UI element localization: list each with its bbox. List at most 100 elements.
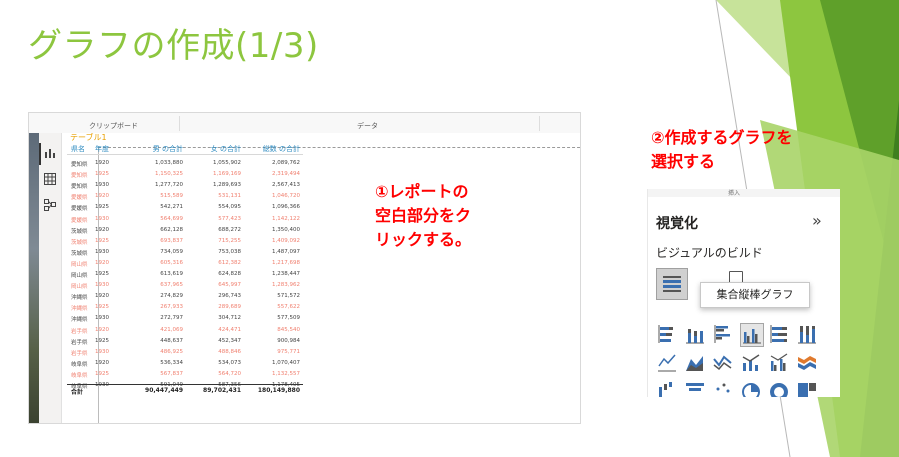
cell-grand-total: 975,771 <box>277 348 300 355</box>
cell-grand-total: 2,567,413 <box>272 182 300 189</box>
cell-grand-total: 900,984 <box>277 337 300 344</box>
table-row[interactable]: 愛知県 1930 1,277,720 1,289,693 2,567,413 <box>67 180 303 191</box>
cell-prefecture: 岡山県 <box>71 284 88 291</box>
ribbon-group-data: データ <box>357 122 378 130</box>
cell-year: 1925 <box>95 237 109 244</box>
build-visual-label: ビジュアルのビルド <box>656 246 763 260</box>
cell-prefecture: 岩手県 <box>71 350 88 357</box>
table-row[interactable]: 岡山県 1930 637,965 645,997 1,283,962 <box>67 280 303 291</box>
model-diagram-icon[interactable] <box>43 199 57 213</box>
table-row[interactable]: 茨城県 1930 734,059 753,038 1,487,097 <box>67 247 303 258</box>
cell-year: 1920 <box>95 226 109 233</box>
cell-male-total: 274,829 <box>160 293 183 300</box>
area-chart-icon[interactable] <box>684 351 706 373</box>
cell-year: 1925 <box>95 337 109 344</box>
table-row[interactable]: 愛媛県 1920 515,589 531,131 1,046,720 <box>67 191 303 202</box>
table-row[interactable]: 岡山県 1920 605,316 612,382 1,217,698 <box>67 258 303 269</box>
100-percent-stacked-column-chart-icon[interactable] <box>796 323 818 345</box>
donut-chart-icon[interactable] <box>768 379 790 397</box>
column-header[interactable]: 男 の合計 <box>129 144 183 154</box>
cell-prefecture: 愛媛県 <box>71 217 88 224</box>
funnel-chart-icon[interactable] <box>684 379 706 397</box>
ribbon-chart-icon[interactable] <box>796 351 818 373</box>
cell-year: 1920 <box>95 193 109 200</box>
column-header[interactable]: 県名 <box>71 144 85 154</box>
cell-female-total: 624,828 <box>218 271 241 277</box>
clustered-bar-chart-icon[interactable] <box>712 323 734 345</box>
build-visual-tab-icon[interactable] <box>656 268 688 300</box>
column-header[interactable]: 女 の合計 <box>185 144 241 154</box>
cell-prefecture: 愛知県 <box>71 184 88 191</box>
collapse-pane-icon[interactable]: » <box>812 211 822 230</box>
cell-prefecture: 茨城県 <box>71 228 88 235</box>
cell-male-total: 515,589 <box>160 193 183 200</box>
pane-top-strip: 挿入 <box>648 189 840 197</box>
cell-prefecture: 沖縄県 <box>71 306 88 313</box>
pie-chart-icon[interactable] <box>740 379 762 397</box>
ribbon: クリップボード データ <box>29 113 580 134</box>
line-and-stacked-column-chart-icon[interactable] <box>740 351 762 373</box>
stacked-column-chart-icon[interactable] <box>684 323 706 345</box>
stacked-bar-chart-icon[interactable] <box>656 323 678 345</box>
table-row[interactable]: 沖縄県 1930 272,797 304,712 577,509 <box>67 313 303 324</box>
clustered-column-chart-icon[interactable] <box>740 323 764 347</box>
cell-male-total: 486,925 <box>160 348 183 355</box>
cell-female-total: 531,131 <box>218 193 241 200</box>
visual-type-tooltip: 集合縦棒グラフ <box>700 282 810 308</box>
bar-chart-icon[interactable] <box>43 147 57 161</box>
cell-grand-total: 1,046,720 <box>272 193 300 200</box>
cell-female-total: 554,095 <box>218 204 241 211</box>
table-row[interactable]: 愛知県 1925 1,150,325 1,169,169 2,319,494 <box>67 169 303 180</box>
table-visual[interactable]: テーブル1 県名 年度 男 の合計 女 の合計 総数 の合計 愛知県 1920 1,… <box>67 132 303 398</box>
table-row[interactable]: 岩手県 1920 421,069 424,471 845,540 <box>67 325 303 336</box>
cell-female-total: 304,712 <box>218 315 241 322</box>
cell-male-total: 267,933 <box>160 304 183 311</box>
cell-male-total: 693,837 <box>160 237 183 244</box>
line-and-clustered-column-chart-icon[interactable] <box>768 351 790 373</box>
cell-female-total: 534,073 <box>218 359 241 366</box>
cell-prefecture: 愛知県 <box>71 173 88 180</box>
line-chart-icon[interactable] <box>656 351 678 373</box>
table-row[interactable]: 茨城県 1920 662,128 688,272 1,350,400 <box>67 225 303 236</box>
cell-prefecture: 茨城県 <box>71 239 88 246</box>
table-row[interactable]: 岩手県 1930 486,925 488,846 975,771 <box>67 347 303 358</box>
cell-female-total: 1,055,902 <box>213 160 241 166</box>
scatter-chart-icon[interactable] <box>712 379 734 397</box>
cell-grand-total: 557,622 <box>277 304 300 311</box>
cell-year: 1930 <box>95 282 109 289</box>
cell-year: 1930 <box>95 315 109 322</box>
cell-grand-total: 1,283,962 <box>272 282 300 289</box>
cell-male-total: 662,128 <box>160 226 183 233</box>
cell-year: 1920 <box>95 259 109 266</box>
table-row[interactable]: 愛知県 1920 1,033,880 1,055,902 2,089,762 <box>67 158 303 169</box>
column-header[interactable]: 総数 の合計 <box>243 144 300 154</box>
table-row[interactable]: 岐阜県 1925 567,837 564,720 1,132,557 <box>67 369 303 380</box>
100-percent-stacked-bar-chart-icon[interactable] <box>768 323 790 345</box>
table-row[interactable]: 愛媛県 1925 542,271 554,095 1,096,366 <box>67 202 303 213</box>
treemap-chart-icon[interactable] <box>796 379 818 397</box>
cell-prefecture: 沖縄県 <box>71 317 88 324</box>
callout-step2-line: 選択する <box>651 152 716 171</box>
table-row[interactable]: 沖縄県 1925 267,933 289,689 557,622 <box>67 302 303 313</box>
waterfall-chart-icon[interactable] <box>656 379 678 397</box>
table-row[interactable]: 岩手県 1925 448,637 452,347 900,984 <box>67 336 303 347</box>
cell-year: 1920 <box>95 160 109 166</box>
stacked-area-chart-icon[interactable] <box>712 351 734 373</box>
cell-female-total: 296,743 <box>218 293 241 300</box>
cell-year: 1920 <box>95 359 109 366</box>
cell-male-total: 613,619 <box>160 271 183 277</box>
table-row[interactable]: 愛媛県 1930 564,699 577,423 1,142,122 <box>67 214 303 225</box>
column-header[interactable]: 年度 <box>95 144 109 154</box>
table-row[interactable]: 岡山県 1925 613,619 624,828 1,238,447 <box>67 269 303 280</box>
cell-year: 1920 <box>95 293 109 300</box>
table-row[interactable]: 茨城県 1925 693,837 715,255 1,409,092 <box>67 236 303 247</box>
cell-grand-total: 1,070,407 <box>272 359 300 366</box>
cell-prefecture: 岩手県 <box>71 328 88 335</box>
table-row[interactable]: 沖縄県 1920 274,829 296,743 571,572 <box>67 291 303 302</box>
cell-female-total: 715,255 <box>218 237 241 244</box>
table-grid-icon[interactable] <box>43 173 57 187</box>
cell-year: 1930 <box>95 348 109 355</box>
total-female: 89,702,431 <box>203 387 241 394</box>
table-row[interactable]: 岐阜県 1920 536,334 534,073 1,070,407 <box>67 358 303 369</box>
cell-year: 1925 <box>95 271 109 277</box>
